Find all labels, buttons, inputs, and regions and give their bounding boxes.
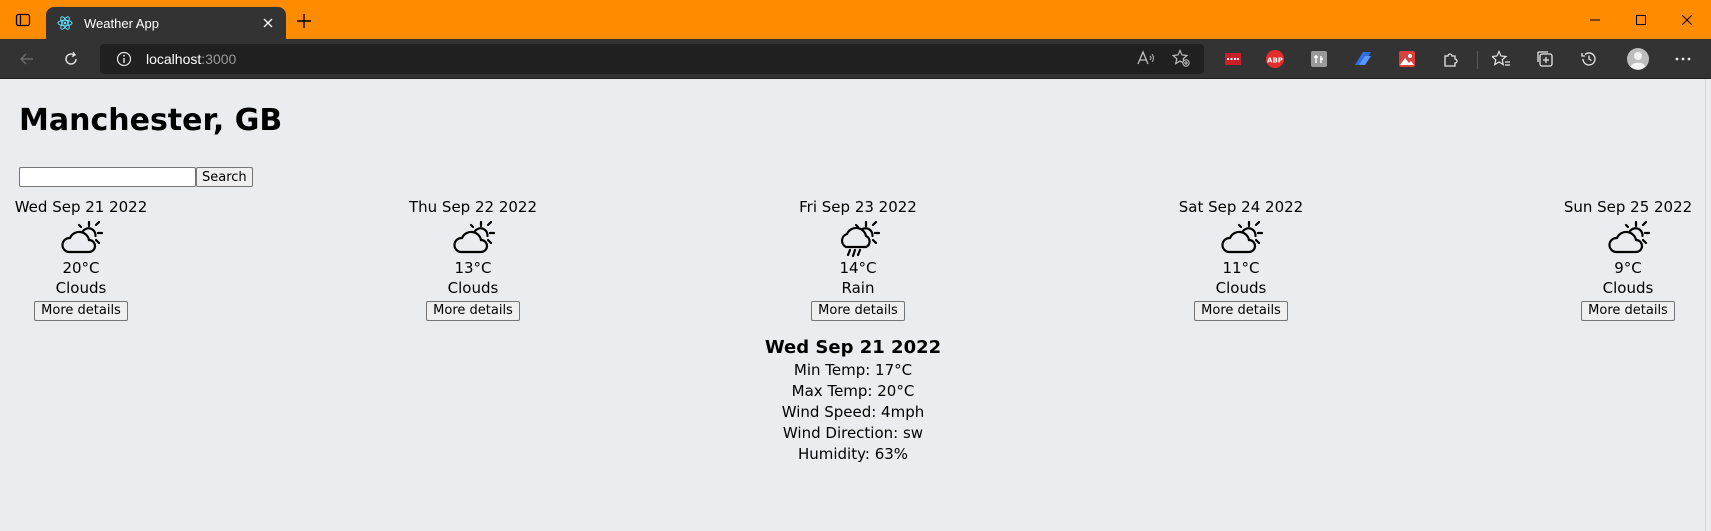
more-details-button[interactable]: More details (1581, 300, 1675, 321)
forecast-condition: Rain (841, 279, 875, 297)
partly-cloudy-icon (1553, 218, 1703, 258)
picture-extension-icon[interactable] (1396, 48, 1418, 70)
details-wind-direction: Wind Direction: sw (782, 424, 924, 442)
red-extension-icon[interactable] (1222, 48, 1244, 70)
maximize-icon[interactable] (1618, 7, 1664, 33)
back-arrow-icon[interactable] (12, 45, 42, 73)
search-input[interactable] (19, 167, 196, 187)
city-title: Manchester, GB (19, 103, 283, 138)
tab-title: Weather App (84, 15, 159, 31)
forecast-day: Wed Sep 21 2022 20°C Clouds More details (6, 197, 156, 321)
page-content: Manchester, GB Search Wed Sep 21 2022 20… (0, 79, 1705, 531)
forecast-temp: 9°C (1614, 259, 1642, 277)
refresh-icon[interactable] (56, 45, 86, 73)
favorites-icon[interactable] (1490, 48, 1512, 70)
minimize-icon[interactable] (1572, 7, 1618, 33)
arrow-extension-icon[interactable] (1352, 48, 1374, 70)
forecast-day: Sat Sep 24 2022 11°C Clouds More details (1166, 197, 1316, 321)
forecast-date: Fri Sep 23 2022 (799, 198, 917, 216)
details-title: Wed Sep 21 2022 (764, 337, 942, 358)
more-details-button[interactable]: More details (34, 300, 128, 321)
tab-actions-icon[interactable] (10, 9, 36, 31)
partly-cloudy-icon (398, 218, 548, 258)
forecast-date: Sat Sep 24 2022 (1178, 198, 1304, 216)
forecast-temp: 14°C (839, 259, 877, 277)
more-details-button[interactable]: More details (1194, 300, 1288, 321)
details-max-temp: Max Temp: 20°C (791, 382, 915, 400)
forecast-date: Sun Sep 25 2022 (1563, 198, 1693, 216)
sun-rain-cloud-icon (783, 218, 933, 258)
partly-cloudy-icon (6, 218, 156, 258)
forecast-date: Thu Sep 22 2022 (408, 198, 537, 216)
forecast-day: Thu Sep 22 2022 13°C Clouds More details (398, 197, 548, 321)
forecast-temp: 13°C (454, 259, 492, 277)
details-panel: Wed Sep 21 2022 Min Temp: 17°C Max Temp:… (753, 336, 953, 465)
forecast-temp: 11°C (1222, 259, 1260, 277)
more-details-button[interactable]: More details (426, 300, 520, 321)
address-bar[interactable]: localhost:3000 (100, 44, 1204, 74)
svg-text:ABP: ABP (1267, 57, 1283, 65)
more-details-button[interactable]: More details (811, 300, 905, 321)
details-wind-speed: Wind Speed: 4mph (781, 403, 925, 421)
forecast-date: Wed Sep 21 2022 (14, 198, 148, 216)
forecast-day: Fri Sep 23 2022 14°C Rain More details (783, 197, 933, 321)
page-scrollbar[interactable] (1705, 79, 1711, 531)
forecast-condition: Clouds (447, 279, 499, 297)
forecast-condition: Clouds (55, 279, 107, 297)
read-aloud-icon[interactable] (1132, 43, 1160, 73)
translate-extension-icon[interactable] (1308, 48, 1330, 70)
collections-icon[interactable] (1534, 48, 1556, 70)
new-tab-icon[interactable] (292, 9, 316, 33)
url-host: localhost (146, 51, 202, 67)
puzzle-icon[interactable] (1440, 48, 1462, 70)
forecast-temp: 20°C (62, 259, 100, 277)
close-tab-icon[interactable] (260, 15, 276, 31)
details-humidity: Humidity: 63% (797, 445, 909, 463)
history-icon[interactable] (1578, 48, 1600, 70)
close-window-icon[interactable] (1664, 7, 1710, 33)
search-row: Search (19, 167, 253, 187)
partly-cloudy-icon (1166, 218, 1316, 258)
toolbar-separator (1477, 51, 1478, 69)
adblock-plus-icon[interactable]: ABP (1264, 48, 1286, 70)
forecast-condition: Clouds (1215, 279, 1267, 297)
details-min-temp: Min Temp: 17°C (793, 361, 913, 379)
title-bar: Weather App (0, 0, 1711, 39)
search-button[interactable]: Search (196, 167, 253, 187)
url-port: :3000 (201, 51, 237, 67)
info-icon[interactable] (116, 51, 132, 67)
react-logo-icon (56, 14, 74, 32)
browser-toolbar: localhost:3000 ABP (0, 39, 1711, 79)
more-menu-icon[interactable] (1672, 48, 1694, 70)
profile-avatar-icon[interactable] (1624, 45, 1652, 73)
add-favorite-icon[interactable] (1167, 43, 1195, 73)
forecast-day: Sun Sep 25 2022 9°C Clouds More details (1553, 197, 1703, 321)
forecast-condition: Clouds (1602, 279, 1654, 297)
browser-tab[interactable]: Weather App (46, 7, 286, 39)
